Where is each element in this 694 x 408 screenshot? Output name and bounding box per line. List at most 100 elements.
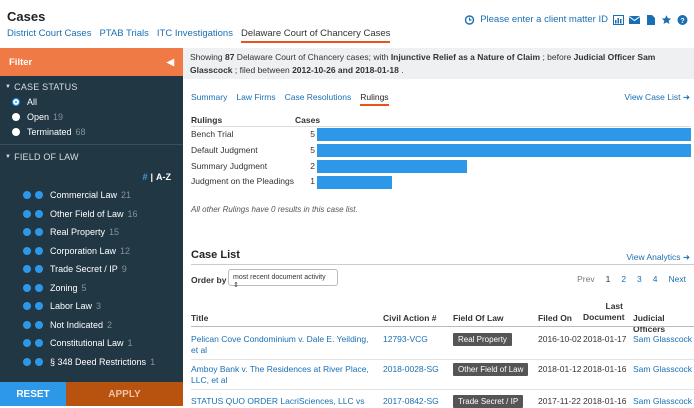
exclude-icon[interactable] xyxy=(35,339,43,348)
case-list-title: Case List xyxy=(191,249,240,261)
order-by-select[interactable]: most recent document activity ⇕ xyxy=(228,269,338,289)
apply-button[interactable]: APPLY xyxy=(66,382,183,406)
law-item[interactable]: Corporation Law 12 xyxy=(0,242,183,261)
exclude-icon[interactable] xyxy=(35,357,43,366)
exclude-icon[interactable] xyxy=(35,283,43,292)
law-item[interactable]: Trade Secret / IP 9 xyxy=(0,260,183,279)
mail-icon[interactable] xyxy=(629,15,640,25)
law-item[interactable]: § 348 Deed Restrictions 1 xyxy=(0,353,183,372)
last-doc-date: 2018-01-16 xyxy=(583,364,627,374)
caret-down-icon: ▼ xyxy=(5,154,12,160)
ruling-count: 1 xyxy=(310,176,315,186)
judge-link[interactable]: Sam Glasscock xyxy=(633,396,692,407)
exclude-icon[interactable] xyxy=(35,246,43,255)
status-open[interactable]: Open 19 xyxy=(0,109,183,124)
law-item[interactable]: Labor Law 3 xyxy=(0,297,183,316)
status-all[interactable]: All xyxy=(0,94,183,109)
exclude-icon[interactable] xyxy=(35,265,43,274)
tab-case-resolutions[interactable]: Case Resolutions xyxy=(285,92,352,106)
include-icon[interactable] xyxy=(23,228,31,237)
status-terminated[interactable]: Terminated 68 xyxy=(0,124,183,139)
include-icon[interactable] xyxy=(23,209,31,218)
include-icon[interactable] xyxy=(23,357,31,366)
view-case-list-link[interactable]: View Case List ➜ xyxy=(624,92,690,103)
col-field-of-law[interactable]: Field Of Law xyxy=(453,313,504,324)
help-icon[interactable]: ? xyxy=(677,14,688,25)
include-icon[interactable] xyxy=(23,191,31,200)
judge-link[interactable]: Sam Glasscock xyxy=(633,334,692,345)
sort-by-alpha[interactable]: A-Z xyxy=(156,172,171,186)
filter-label: Filter xyxy=(9,56,33,68)
chart-icon[interactable] xyxy=(613,14,624,25)
case-title-link[interactable]: Amboy Bank v. The Residences at River Pl… xyxy=(191,364,381,386)
civil-action-link[interactable]: 2018-0028-SG xyxy=(383,364,439,375)
view-analytics-link[interactable]: View Analytics ➜ xyxy=(626,252,690,263)
law-item[interactable]: Real Property 15 xyxy=(0,223,183,242)
law-item[interactable]: Not Indicated 2 xyxy=(0,316,183,335)
exclude-icon[interactable] xyxy=(35,209,43,218)
col-judicial-officers[interactable]: Judicial Officers xyxy=(633,313,694,335)
next-page[interactable]: Next xyxy=(669,274,686,284)
include-icon[interactable] xyxy=(23,302,31,311)
law-item[interactable]: Zoning 5 xyxy=(0,279,183,298)
radio-selected-icon xyxy=(12,97,20,106)
page-4[interactable]: 4 xyxy=(653,274,658,284)
law-item[interactable]: Other Field of Law 16 xyxy=(0,205,183,224)
pagination: Prev 1 2 3 4 Next xyxy=(577,274,686,284)
document-icon[interactable] xyxy=(645,14,656,25)
divider xyxy=(191,359,694,360)
ruling-label: Judgment on the Pleadings xyxy=(191,176,295,186)
clock-icon xyxy=(465,14,475,25)
field-tag: Trade Secret / IP xyxy=(453,395,524,408)
civil-action-link[interactable]: 2017-0842-SG xyxy=(383,396,439,407)
star-icon[interactable] xyxy=(661,14,672,25)
include-icon[interactable] xyxy=(23,246,31,255)
svg-text:?: ? xyxy=(680,18,684,25)
collapse-icon[interactable]: ◀ xyxy=(167,57,174,68)
col-civil-action[interactable]: Civil Action # xyxy=(383,313,437,324)
include-icon[interactable] xyxy=(23,283,31,292)
col-last-document[interactable]: Last Document xyxy=(583,301,625,323)
page-title: Cases xyxy=(7,9,46,24)
main-content: Showing 87 Delaware Court of Chancery ca… xyxy=(183,48,694,408)
page-2[interactable]: 2 xyxy=(621,274,626,284)
tab-law-firms[interactable]: Law Firms xyxy=(236,92,275,106)
include-icon[interactable] xyxy=(23,339,31,348)
radio-icon xyxy=(12,112,20,121)
exclude-icon[interactable] xyxy=(35,228,43,237)
judge-link[interactable]: Sam Glasscock xyxy=(633,364,692,375)
include-icon[interactable] xyxy=(23,320,31,329)
filter-sidebar: Filter ◀ ▼ CASE STATUS All Open 19 Termina… xyxy=(0,48,183,406)
sort-by-count[interactable]: # xyxy=(142,172,147,186)
ruling-count: 5 xyxy=(310,145,315,155)
ruling-label: Summary Judgment xyxy=(191,161,268,171)
case-status-heading[interactable]: ▼ CASE STATUS xyxy=(0,80,183,94)
filed-date: 2016-10-02 xyxy=(538,334,582,344)
field-of-law-list: Commercial Law 21 Other Field of Law 16 Re… xyxy=(0,186,183,371)
case-title-link[interactable]: Pelican Cove Condominium v. Dale E. Yeil… xyxy=(191,334,376,356)
tab-summary[interactable]: Summary xyxy=(191,92,227,106)
col-title[interactable]: Title xyxy=(191,313,208,324)
page-3[interactable]: 3 xyxy=(637,274,642,284)
include-icon[interactable] xyxy=(23,265,31,274)
filter-header[interactable]: Filter ◀ xyxy=(0,48,183,76)
civil-action-link[interactable]: 12793-VCG xyxy=(383,334,428,345)
col-filed-on[interactable]: Filed On xyxy=(538,313,572,324)
exclude-icon[interactable] xyxy=(35,320,43,329)
prev-page[interactable]: Prev xyxy=(577,274,594,284)
exclude-icon[interactable] xyxy=(35,302,43,311)
tab-delaware-chancery[interactable]: Delaware Court of Chancery Cases xyxy=(240,28,391,43)
field-of-law-heading[interactable]: ▼ FIELD OF LAW xyxy=(0,150,183,164)
tab-itc[interactable]: ITC Investigations xyxy=(157,28,233,43)
tab-rulings[interactable]: Rulings xyxy=(360,92,389,106)
tab-district-court[interactable]: District Court Cases xyxy=(7,28,91,43)
tab-ptab[interactable]: PTAB Trials xyxy=(99,28,148,43)
reset-button[interactable]: RESET xyxy=(0,382,66,406)
law-item[interactable]: Constitutional Law 1 xyxy=(0,334,183,353)
exclude-icon[interactable] xyxy=(35,191,43,200)
client-matter-link[interactable]: Please enter a client matter ID xyxy=(480,14,608,25)
page-1[interactable]: 1 xyxy=(606,274,611,284)
law-item[interactable]: Commercial Law 21 xyxy=(0,186,183,205)
case-title-link[interactable]: STATUS QUO ORDER LacriSciences, LLC vs xyxy=(191,396,381,407)
ruling-count: 2 xyxy=(310,161,315,171)
